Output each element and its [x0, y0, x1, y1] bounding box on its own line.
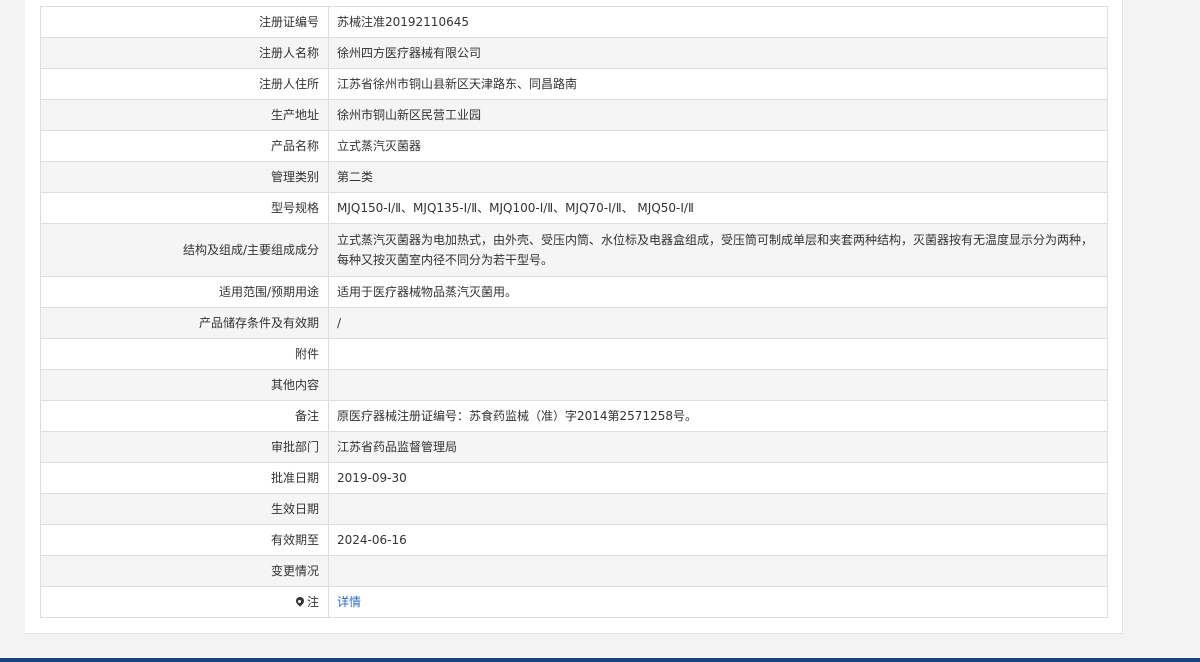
table-row: 注册证编号 苏械注准20192110645: [40, 6, 1108, 38]
note-label: 注: [306, 595, 319, 609]
table-row: 附件: [40, 338, 1108, 370]
field-value: [328, 338, 1108, 370]
field-value: 适用于医疗器械物品蒸汽灭菌用。: [328, 276, 1108, 308]
field-label: 生产地址: [40, 99, 329, 131]
table-row: 结构及组成/主要组成成分 立式蒸汽灭菌器为电加热式，由外壳、受压内筒、水位标及电…: [40, 223, 1108, 277]
table-row: 其他内容: [40, 369, 1108, 401]
field-label: 备注: [40, 400, 329, 432]
page: 注册证编号 苏械注准20192110645 注册人名称 徐州四方医疗器械有限公司…: [0, 0, 1200, 662]
field-label: 有效期至: [40, 524, 329, 556]
table-row: 产品名称 立式蒸汽灭菌器: [40, 130, 1108, 162]
field-value: 徐州市铜山新区民营工业园: [328, 99, 1108, 131]
field-label: 产品储存条件及有效期: [40, 307, 329, 339]
table-row: 型号规格 MJQ150-Ⅰ/Ⅱ、MJQ135-Ⅰ/Ⅱ、MJQ100-Ⅰ/Ⅱ、MJ…: [40, 192, 1108, 224]
note-label-cell: 注: [40, 586, 329, 618]
details-link[interactable]: 详情: [337, 595, 361, 609]
table-row: 适用范围/预期用途 适用于医疗器械物品蒸汽灭菌用。: [40, 276, 1108, 308]
table-row: 备注 原医疗器械注册证编号：苏食药监械（准）字2014第2571258号。: [40, 400, 1108, 432]
field-value: 江苏省药品监督管理局: [328, 431, 1108, 463]
table-row: 生产地址 徐州市铜山新区民营工业园: [40, 99, 1108, 131]
field-value: 苏械注准20192110645: [328, 6, 1108, 38]
field-label: 其他内容: [40, 369, 329, 401]
field-label: 变更情况: [40, 555, 329, 587]
table-row: 批准日期 2019-09-30: [40, 462, 1108, 494]
field-value: 原医疗器械注册证编号：苏食药监械（准）字2014第2571258号。: [328, 400, 1108, 432]
field-label: 审批部门: [40, 431, 329, 463]
field-value: 第二类: [328, 161, 1108, 193]
field-label: 型号规格: [40, 192, 329, 224]
map-marker-icon: [296, 597, 304, 607]
field-label: 注册证编号: [40, 6, 329, 38]
field-label: 附件: [40, 338, 329, 370]
field-value: 徐州四方医疗器械有限公司: [328, 37, 1108, 69]
field-value: 立式蒸汽灭菌器为电加热式，由外壳、受压内筒、水位标及电器盒组成，受压筒可制成单层…: [328, 223, 1108, 277]
field-value: 江苏省徐州市铜山县新区天津路东、同昌路南: [328, 68, 1108, 100]
table-row: 生效日期: [40, 493, 1108, 525]
field-label: 产品名称: [40, 130, 329, 162]
field-label: 管理类别: [40, 161, 329, 193]
field-label: 适用范围/预期用途: [40, 276, 329, 308]
detail-panel: 注册证编号 苏械注准20192110645 注册人名称 徐州四方医疗器械有限公司…: [25, 0, 1123, 634]
table-row: 审批部门 江苏省药品监督管理局: [40, 431, 1108, 463]
field-value: 2024-06-16: [328, 524, 1108, 556]
field-value: MJQ150-Ⅰ/Ⅱ、MJQ135-Ⅰ/Ⅱ、MJQ100-Ⅰ/Ⅱ、MJQ70-Ⅰ…: [328, 192, 1108, 224]
field-value: 立式蒸汽灭菌器: [328, 130, 1108, 162]
table-row: 注册人名称 徐州四方医疗器械有限公司: [40, 37, 1108, 69]
field-label: 批准日期: [40, 462, 329, 494]
table-row: 产品储存条件及有效期 /: [40, 307, 1108, 339]
note-value-cell: 详情: [328, 586, 1108, 618]
field-label: 结构及组成/主要组成成分: [40, 223, 329, 277]
field-value: [328, 369, 1108, 401]
field-value: [328, 555, 1108, 587]
table-row: 注册人住所 江苏省徐州市铜山县新区天津路东、同昌路南: [40, 68, 1108, 100]
table-row: 管理类别 第二类: [40, 161, 1108, 193]
table-row: 有效期至 2024-06-16: [40, 524, 1108, 556]
field-label: 注册人名称: [40, 37, 329, 69]
field-value: 2019-09-30: [328, 462, 1108, 494]
registration-detail-table: 注册证编号 苏械注准20192110645 注册人名称 徐州四方医疗器械有限公司…: [40, 6, 1108, 618]
field-label: 生效日期: [40, 493, 329, 525]
field-value: [328, 493, 1108, 525]
table-row-note: 注 详情: [40, 586, 1108, 618]
field-value: /: [328, 307, 1108, 339]
footer-bar: [0, 658, 1200, 662]
field-label: 注册人住所: [40, 68, 329, 100]
table-row: 变更情况: [40, 555, 1108, 587]
